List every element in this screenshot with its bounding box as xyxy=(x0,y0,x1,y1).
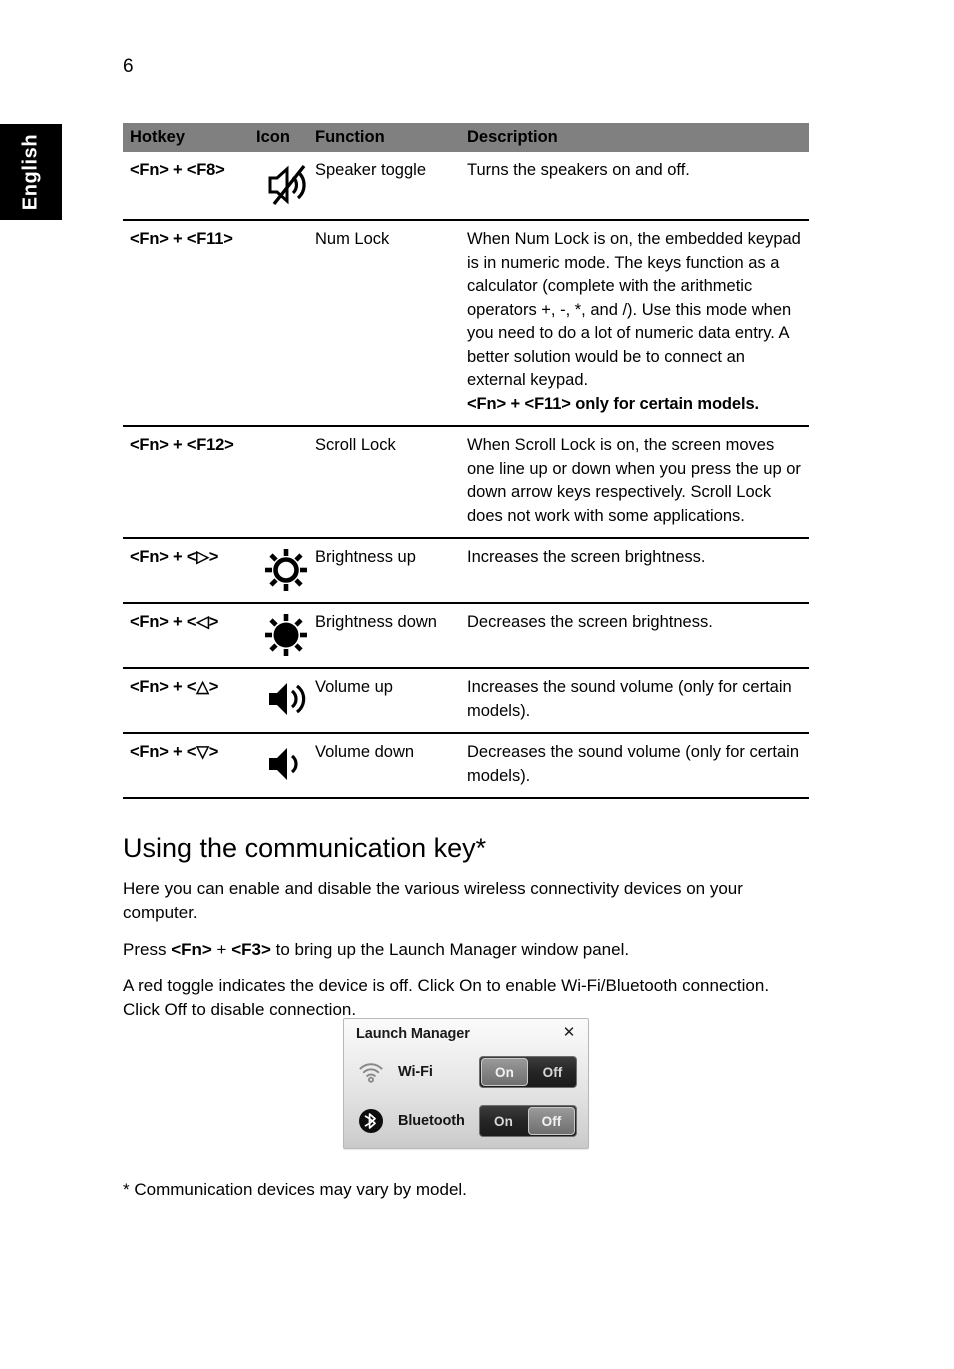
description-text: Decreases the sound volume (only for cer… xyxy=(467,743,799,785)
function-name: Brightness down xyxy=(315,613,437,631)
description-text: When Num Lock is on, the embedded keypad… xyxy=(467,230,801,389)
function-description: Decreases the screen brightness. xyxy=(467,611,809,635)
table-row: <Fn> + <▷> Brightness up Increases the s… xyxy=(123,539,809,604)
volume-up-speaker-icon xyxy=(256,676,315,721)
key-fn: <Fn> xyxy=(171,940,212,959)
device-row-bluetooth: Bluetooth On Off xyxy=(344,1099,588,1143)
bluetooth-toggle[interactable]: On Off xyxy=(479,1105,577,1137)
device-row-wifi: Wi-Fi On Off xyxy=(344,1050,588,1094)
table-row: <Fn> + <▽> Volume down Decreases the sou… xyxy=(123,734,809,799)
hotkey-combo: <Fn> + <F8> xyxy=(130,161,225,179)
column-header-icon: Icon xyxy=(256,128,290,146)
function-name: Brightness up xyxy=(315,548,416,566)
brightness-down-sun-icon-svg xyxy=(264,614,307,656)
paragraph-press-prefix: Press xyxy=(123,940,172,959)
launch-manager-dialog: Launch Manager ✕ Wi-Fi On Off Bluetooth … xyxy=(343,1018,589,1149)
function-name: Volume down xyxy=(315,743,415,761)
table-row: <Fn> + <△> Volume up Increases the sound… xyxy=(123,669,809,734)
volume-down-speaker-icon-svg xyxy=(268,748,298,780)
hotkey-combo: <Fn> + <F11> xyxy=(130,230,233,248)
speaker-mute-icon xyxy=(256,159,315,210)
paragraph-intro: Here you can enable and disable the vari… xyxy=(123,879,743,922)
language-tab: English xyxy=(0,124,62,220)
table-row: <Fn> + <F8> Speaker toggle Turns the spe… xyxy=(123,152,809,221)
function-name: Scroll Lock xyxy=(315,436,396,454)
column-header-description: Description xyxy=(467,128,558,146)
table-header-row: Hotkey Icon Function Description xyxy=(123,123,809,152)
hotkey-combo: <Fn> + <▽> xyxy=(130,743,219,761)
description-text: Decreases the screen brightness. xyxy=(467,613,713,631)
launch-manager-titlebar: Launch Manager ✕ xyxy=(344,1019,588,1050)
paragraph-toggle-info: A red toggle indicates the device is off… xyxy=(123,976,770,1019)
description-text: Increases the sound volume (only for cer… xyxy=(467,678,792,720)
device-label-wifi: Wi-Fi xyxy=(398,1064,433,1080)
brightness-down-sun-icon xyxy=(256,611,315,658)
table-row: <Fn> + <◁> Brightness down Decreases the… xyxy=(123,604,809,669)
close-icon[interactable]: ✕ xyxy=(561,1024,577,1040)
wifi-icon-svg xyxy=(359,1063,383,1083)
function-description: Decreases the sound volume (only for cer… xyxy=(467,741,809,788)
launch-manager-title: Launch Manager xyxy=(356,1026,470,1042)
wifi-icon xyxy=(356,1057,386,1087)
hotkey-combo: <Fn> + <▷> xyxy=(130,548,219,566)
function-name: Num Lock xyxy=(315,230,390,248)
description-text: When Scroll Lock is on, the screen moves… xyxy=(467,436,801,525)
function-description: Increases the screen brightness. xyxy=(467,546,809,570)
description-note: <Fn> + <F11> only for certain models. xyxy=(467,394,760,413)
bluetooth-toggle-off[interactable]: Off xyxy=(527,1107,575,1135)
hotkey-combo: <Fn> + <△> xyxy=(130,678,219,696)
function-description: When Num Lock is on, the embedded keypad… xyxy=(467,228,809,416)
volume-up-speaker-icon-svg xyxy=(268,683,305,715)
function-description: Increases the sound volume (only for cer… xyxy=(467,676,809,723)
hotkey-table: Hotkey Icon Function Description <Fn> + … xyxy=(123,123,809,799)
brightness-up-sun-icon xyxy=(256,546,315,593)
description-text: Increases the screen brightness. xyxy=(467,548,706,566)
function-description: Turns the speakers on and off. xyxy=(467,159,809,183)
icon-cell-empty xyxy=(256,228,315,229)
wifi-toggle[interactable]: On Off xyxy=(479,1056,577,1088)
function-name: Speaker toggle xyxy=(315,161,426,179)
footnote: * Communication devices may vary by mode… xyxy=(123,1180,467,1199)
function-name: Volume up xyxy=(315,678,393,696)
table-row: <Fn> + <F11> Num Lock When Num Lock is o… xyxy=(123,221,809,427)
page-number: 6 xyxy=(123,56,134,77)
hotkey-combo: <Fn> + <F12> xyxy=(130,436,234,454)
column-header-hotkey: Hotkey xyxy=(130,128,186,146)
key-f3: <F3> xyxy=(231,940,271,959)
paragraph-press-mid: + xyxy=(211,940,232,959)
brightness-up-sun-icon-svg xyxy=(264,549,307,591)
icon-cell-empty xyxy=(256,434,315,435)
section-heading: Using the communication key* xyxy=(123,833,487,864)
language-tab-label: English xyxy=(19,133,42,211)
column-header-function: Function xyxy=(315,128,385,146)
wifi-toggle-on[interactable]: On xyxy=(481,1058,529,1086)
paragraph-press-suffix: to bring up the Launch Manager window pa… xyxy=(270,940,630,959)
bluetooth-toggle-on[interactable]: On xyxy=(480,1106,527,1136)
paragraph-press-key: Press <Fn> + <F3> to bring up the Launch… xyxy=(123,938,803,962)
speaker-mute-icon-svg xyxy=(268,164,306,206)
wifi-toggle-off[interactable]: Off xyxy=(529,1057,576,1087)
function-description: When Scroll Lock is on, the screen moves… xyxy=(467,434,809,528)
device-label-bluetooth: Bluetooth xyxy=(398,1113,465,1129)
hotkey-combo: <Fn> + <◁> xyxy=(130,613,219,631)
table-row: <Fn> + <F12> Scroll Lock When Scroll Loc… xyxy=(123,427,809,539)
volume-down-speaker-icon xyxy=(256,741,315,786)
bluetooth-icon xyxy=(356,1106,386,1136)
bluetooth-icon-svg xyxy=(359,1109,383,1133)
description-text: Turns the speakers on and off. xyxy=(467,161,690,179)
